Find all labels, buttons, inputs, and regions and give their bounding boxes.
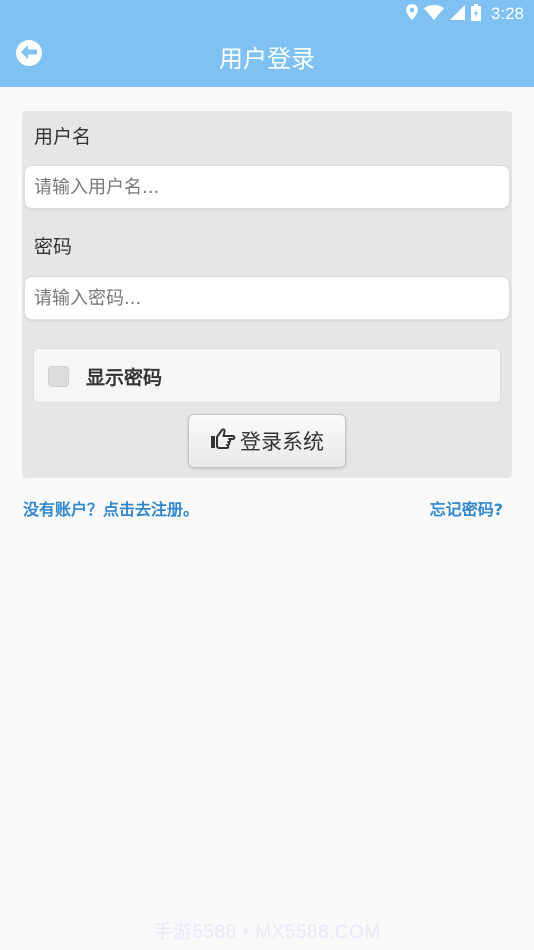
battery-icon (470, 3, 481, 25)
password-input[interactable] (24, 276, 510, 320)
hand-pointing-icon (210, 428, 236, 454)
register-link[interactable]: 没有账户？点击去注册。 (23, 496, 199, 520)
username-input[interactable] (24, 165, 510, 209)
login-form: 用户名 密码 显示密码 登录系统 (22, 111, 512, 478)
watermark: 手游5588 • MX5588.COM (153, 922, 381, 943)
location-icon (405, 4, 418, 24)
forgot-password-link[interactable]: 忘记密码? (430, 496, 503, 520)
status-icons: 3:28 (405, 3, 524, 25)
page-title: 用户登录 (219, 45, 315, 73)
wifi-icon (423, 4, 444, 24)
username-label: 用户名 (34, 126, 92, 148)
app-bar: 用户登录 (0, 28, 534, 87)
status-bar: 3:28 (0, 0, 534, 28)
password-label: 密码 (34, 236, 73, 258)
login-button-label: 登录系统 (240, 430, 324, 454)
signal-icon (449, 4, 465, 24)
login-button[interactable]: 登录系统 (188, 414, 346, 468)
show-password-label: 显示密码 (86, 367, 163, 389)
show-password-checkbox[interactable] (48, 366, 69, 387)
status-time: 3:28 (490, 4, 524, 23)
show-password-checkbox-row[interactable]: 显示密码 (33, 348, 501, 403)
